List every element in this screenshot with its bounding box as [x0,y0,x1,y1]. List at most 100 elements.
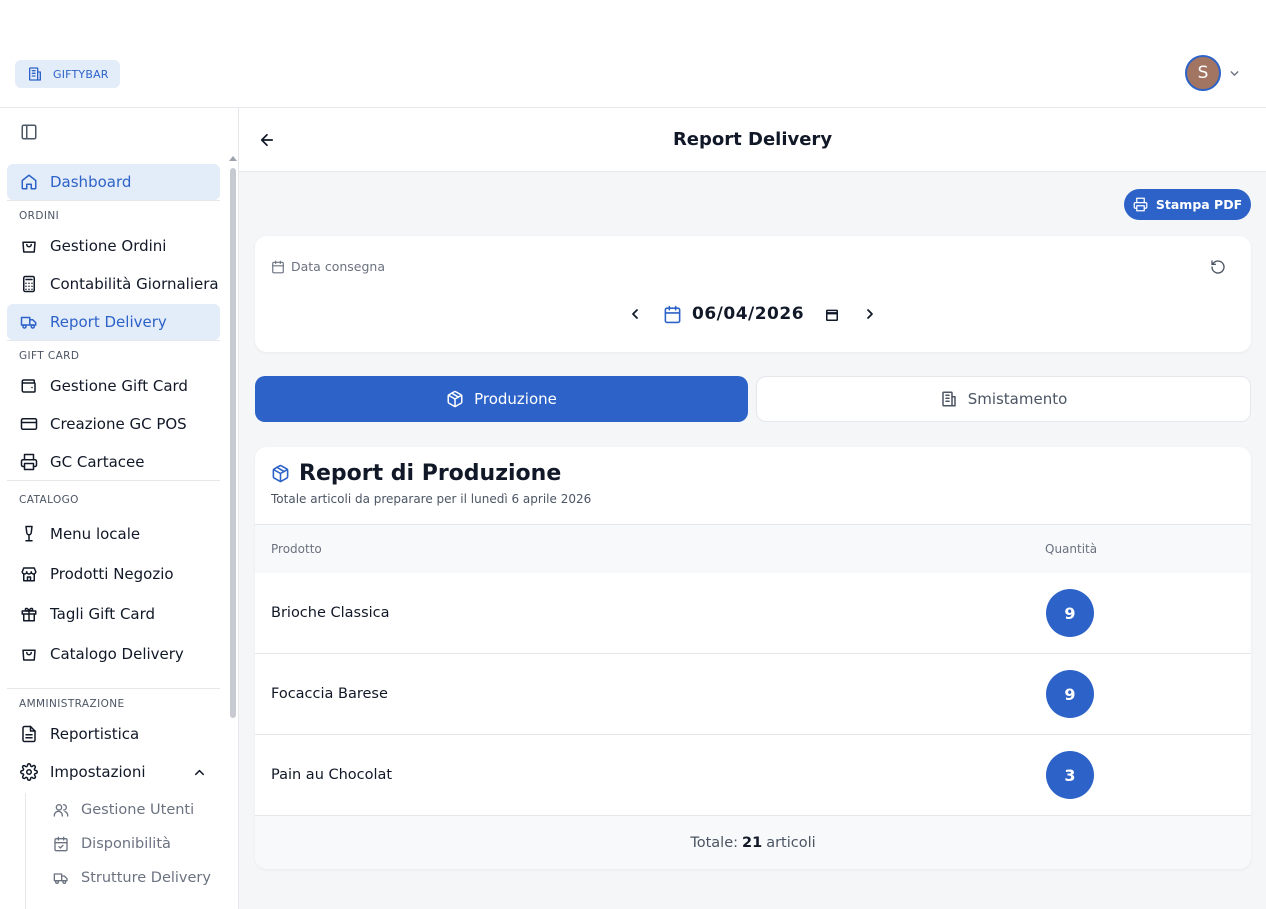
divider [7,340,220,341]
sidebar-item-label: Creazione GC POS [50,415,187,433]
sidebar-scrollbar[interactable] [230,168,236,718]
tab-produzione[interactable]: Produzione [255,376,748,422]
tab-label: Produzione [474,390,557,408]
report-title: Report di Produzione [299,461,562,486]
date-input[interactable]: 06/04/2026 [663,302,804,326]
sidebar-item-label: GC Cartacee [50,453,145,471]
quantity-badge: 3 [1046,751,1094,799]
calendar-check-icon [53,836,69,852]
sidebar-item-label: Gestione Ordini [50,237,167,255]
sidebar-item-label: Catalogo Delivery [50,645,184,663]
chevron-left-icon[interactable] [627,306,643,322]
sidebar-item-label: Report Delivery [50,313,167,331]
calendar-icon [663,305,682,324]
sidebar-item-gestione-gift-card[interactable]: Gestione Gift Card [7,368,220,404]
page-title: Report Delivery [672,129,833,150]
table-row: Pain au Chocolat 3 [255,735,1251,816]
sidebar-item-catalogo-delivery[interactable]: Catalogo Delivery [7,636,220,672]
table-header: Prodotto Quantità [255,524,1251,573]
divider [7,688,220,689]
column-header-quantity: Quantità [1045,542,1098,556]
sidebar-item-gestione-ordini[interactable]: Gestione Ordini [7,228,220,264]
sidebar-item-reportistica[interactable]: Reportistica [7,716,220,752]
print-pdf-button[interactable]: Stampa PDF [1124,189,1251,220]
sidebar-item-prodotti-negozio[interactable]: Prodotti Negozio [7,556,220,592]
sidebar-item-label: Prodotti Negozio [50,565,174,583]
sidebar-item-creazione-gc-pos[interactable]: Creazione GC POS [7,406,220,442]
sidebar-item-label: Gestione Gift Card [50,377,188,395]
wine-glass-icon [20,525,38,543]
submenu-guide-line [25,793,26,909]
shopping-bag-icon [20,237,38,255]
sidebar-subitem-gestione-utenti[interactable]: Gestione Utenti [53,798,194,822]
date-picker-icon[interactable] [825,308,839,322]
sidebar-subitem-label: Gestione Utenti [81,802,195,818]
sidebar-subitem-strutture-delivery[interactable]: Strutture Delivery [53,866,211,890]
building-icon [940,390,958,408]
date-value: 06/04/2026 [692,304,805,324]
home-icon [20,173,38,191]
sidebar-item-report-delivery[interactable]: Report Delivery [7,304,220,340]
sidebar-item-impostazioni[interactable]: Impostazioni [7,754,220,790]
package-icon [446,390,464,408]
store-icon [20,565,38,583]
avatar[interactable]: S [1185,55,1221,91]
sidebar-subitem-disponibilita[interactable]: Disponibilità [53,832,171,856]
truck-icon [53,870,69,886]
shopping-bag-icon [20,645,38,663]
sidebar-subitem-label: Strutture Delivery [81,870,211,886]
print-pdf-label: Stampa PDF [1155,197,1243,212]
reset-icon[interactable] [1210,259,1226,275]
product-name: Focaccia Barese [271,686,388,702]
main-content: Report Delivery Stampa PDF Data consegna… [239,108,1266,909]
calendar-icon [271,260,285,274]
quantity-badge: 9 [1046,670,1094,718]
sidebar-item-label: Tagli Gift Card [50,605,156,623]
column-header-product: Prodotto [271,542,322,556]
divider [7,200,220,201]
table-row: Focaccia Barese 9 [255,654,1251,735]
total-label: Totale: [690,834,738,851]
sidebar-item-label: Contabilità Giornaliera [50,275,219,293]
sidebar-item-tagli-gift-card[interactable]: Tagli Gift Card [7,596,220,632]
sidebar-item-contabilita[interactable]: Contabilità Giornaliera [7,266,220,302]
section-label-gift-card: GIFT CARD [19,350,80,362]
sidebar-item-dashboard[interactable]: Dashboard [7,164,220,200]
wallet-icon [20,377,38,395]
credit-card-icon [20,415,38,433]
chevron-down-icon[interactable] [1228,67,1241,80]
sidebar-item-label: Dashboard [50,173,132,191]
chevron-up-icon[interactable] [192,765,207,780]
date-filter-card: Data consegna 06/04/2026 [255,236,1251,352]
gear-icon [20,763,38,781]
scrollbar-up-arrow[interactable] [229,156,237,161]
date-filter-label: Data consegna [271,259,385,274]
sidebar-item-menu-locale[interactable]: Menu locale [7,516,220,552]
chevron-right-icon[interactable] [862,306,878,322]
truck-icon [20,313,38,331]
calculator-icon [20,275,38,293]
divider [7,480,220,481]
top-bar: GIFTYBAR S [0,0,1266,108]
sidebar-toggle-icon[interactable] [20,123,38,141]
report-card: Report di Produzione Totale articoli da … [255,447,1251,869]
report-header: Report di Produzione [271,461,561,486]
sidebar-item-label: Menu locale [50,525,141,543]
brand-badge[interactable]: GIFTYBAR [15,60,120,88]
printer-icon [1133,197,1148,212]
product-name: Pain au Chocolat [271,767,393,783]
brand-label: GIFTYBAR [53,67,109,81]
tab-smistamento[interactable]: Smistamento [756,376,1251,422]
sidebar-item-label: Reportistica [50,725,140,743]
tab-label: Smistamento [967,390,1068,408]
date-filter-label-text: Data consegna [291,259,385,274]
gift-icon [20,605,38,623]
product-name: Brioche Classica [271,605,390,621]
package-icon [271,464,290,483]
section-label-ordini: ORDINI [19,210,60,222]
quantity-badge: 9 [1046,589,1094,637]
sidebar-item-gc-cartacee[interactable]: GC Cartacee [7,444,220,480]
building-icon [27,66,43,82]
document-icon [20,725,38,743]
users-icon [53,802,69,818]
